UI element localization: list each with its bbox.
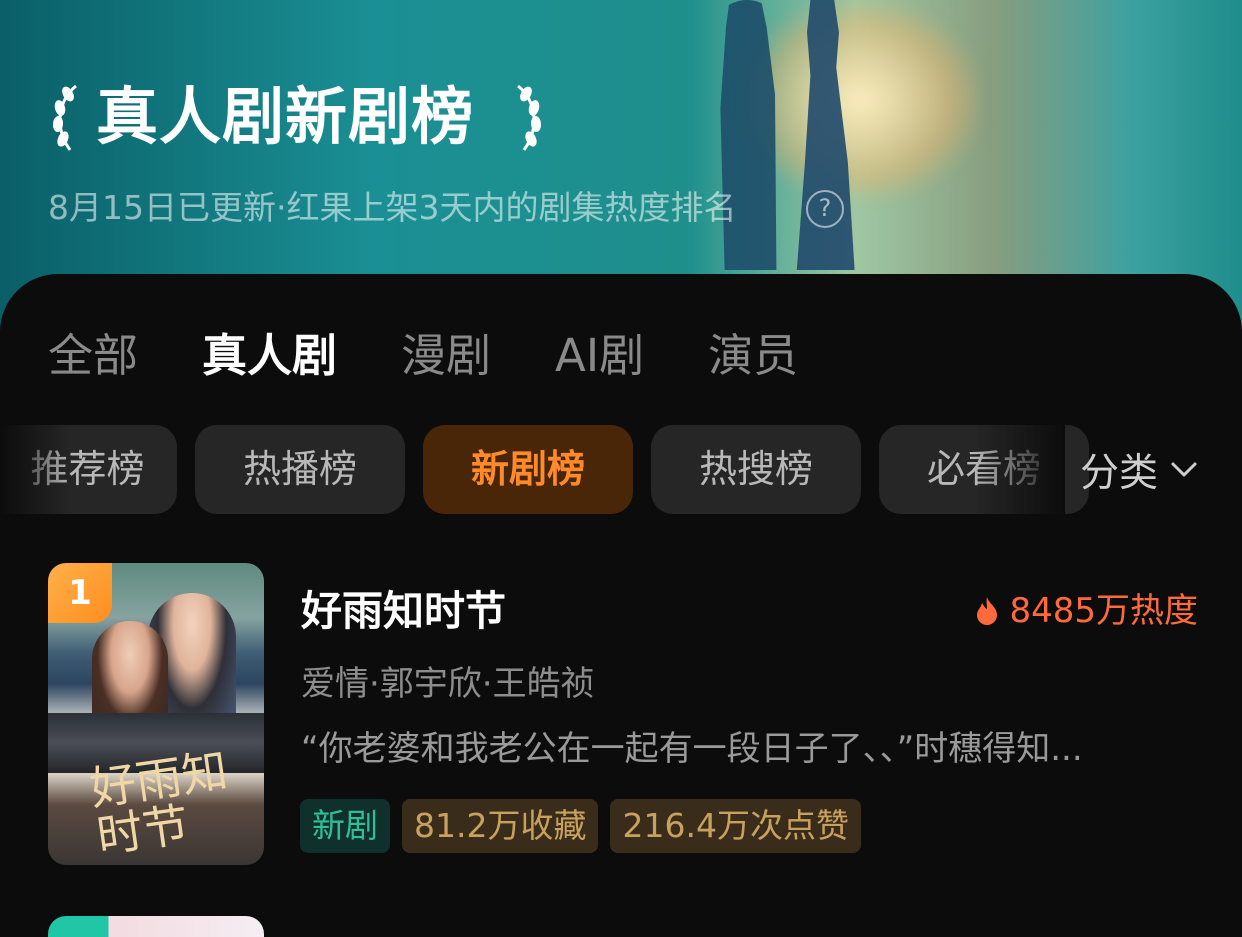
tab-live-action[interactable]: 真人剧 bbox=[202, 326, 337, 386]
heat-value: 8485万热度 bbox=[1009, 591, 1198, 631]
likes-count-tag: 216.4万次点赞 bbox=[610, 799, 861, 853]
drama-description: “你老婆和我老公在一起有一段日子了、、”时穗得知... bbox=[301, 729, 1083, 769]
update-subtitle: 8月15日已更新·红果上架3天内的剧集热度排名 bbox=[48, 188, 737, 227]
filter-label: 分类 bbox=[1080, 450, 1159, 496]
category-filter-button[interactable]: 分类 bbox=[1080, 425, 1198, 514]
heat-score: 8485万热度 bbox=[975, 587, 1198, 635]
tab-ai[interactable]: AI剧 bbox=[555, 326, 644, 386]
drama-title[interactable]: 好雨知时节 bbox=[301, 583, 506, 639]
list-item[interactable]: 好雨知时节 1 好雨知时节 8485万热度 爱情·郭宇欣·王皓祯 “你老婆和我老… bbox=[48, 563, 1198, 873]
chip-new-dramas[interactable]: 新剧榜 bbox=[423, 425, 633, 514]
tab-all[interactable]: 全部 bbox=[48, 326, 138, 386]
drama-poster[interactable]: 好雨知时节 1 bbox=[48, 563, 264, 865]
laurel-left-icon bbox=[52, 84, 77, 151]
drama-tags: 新剧 81.2万收藏 216.4万次点赞 bbox=[300, 799, 873, 853]
tab-actors[interactable]: 演员 bbox=[708, 326, 798, 386]
chevron-down-icon bbox=[1171, 462, 1197, 476]
chips-fade-left bbox=[0, 425, 70, 514]
chips-fade-right bbox=[975, 425, 1065, 514]
help-icon[interactable]: ? bbox=[806, 190, 844, 228]
flame-icon bbox=[977, 597, 998, 625]
rank-badge: 1 bbox=[48, 563, 112, 623]
poster-title-art: 好雨知时节 bbox=[86, 743, 231, 864]
favorites-count-tag: 81.2万收藏 bbox=[402, 799, 599, 853]
page-title: 真人剧新剧榜 bbox=[96, 80, 475, 153]
category-tabs: 全部 真人剧 漫剧 AI剧 演员 bbox=[48, 326, 862, 386]
chip-hot-search[interactable]: 热搜榜 bbox=[651, 425, 861, 514]
new-drama-tag: 新剧 bbox=[300, 799, 390, 853]
ranking-chips: 推荐榜 热播榜 新剧榜 热搜榜 必看榜 分类 bbox=[0, 425, 1242, 515]
banner-light-glow bbox=[740, 0, 980, 200]
tab-comic[interactable]: 漫剧 bbox=[401, 326, 491, 386]
drama-genre-cast: 爱情·郭宇欣·王皓祯 bbox=[301, 664, 595, 704]
next-list-item-poster[interactable] bbox=[48, 916, 264, 937]
chip-hot-playing[interactable]: 热播榜 bbox=[195, 425, 405, 514]
laurel-right-icon bbox=[517, 84, 542, 151]
